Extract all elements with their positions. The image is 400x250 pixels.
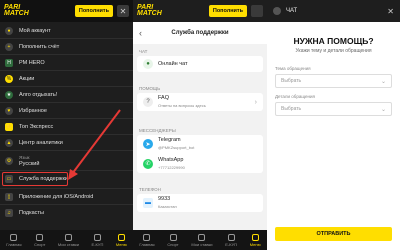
form-title: НУЖНА ПОМОЩЬ? [293, 36, 374, 46]
bets-icon [64, 233, 72, 241]
whatsapp-item[interactable]: ✆ WhatsApp +77712229990 [143, 157, 185, 171]
send-button[interactable]: ОТПРАВИТЬ [275, 227, 392, 241]
chat-form-panel: ЧАТ ✕ НУЖНА ПОМОЩЬ? Укажи тему и детали … [267, 0, 400, 250]
online-chat-item[interactable]: ● Онлайн чат [137, 56, 263, 72]
chat-icon: ● [143, 59, 153, 69]
section-chat: ЧАТ [139, 49, 148, 54]
sport-icon [36, 233, 44, 241]
nav-sport[interactable]: Спорт [167, 233, 179, 247]
telegram-icon: ➤ [143, 139, 153, 150]
messengers-card: ➤ Telegram @PMKZsupport_bot ✆ WhatsApp +… [137, 135, 263, 173]
topic-label: Тема обращения [275, 66, 311, 71]
top-bar: PARI MATCH Пополнить [133, 0, 267, 22]
bottom-nav: Главная Спорт Мои ставки Е-КУП Меню [0, 230, 133, 250]
telegram-item[interactable]: ➤ Telegram @PMKZsupport_bot [143, 137, 194, 151]
support-panel: PARI MATCH Пополнить ‹ Служба поддержки … [133, 0, 267, 250]
form-subtitle: Укажи тему и детали обращения [295, 48, 372, 54]
faq-item[interactable]: ? FAQ Ответы на вопросы здесь › [137, 93, 263, 111]
details-label: Детали обращения [275, 94, 315, 99]
page-title: Служба поддержки [171, 30, 229, 36]
support-header: ‹ Служба поддержки [133, 22, 267, 44]
coupon-icon [93, 233, 101, 241]
chat-avatar-icon [273, 7, 281, 15]
nav-menu[interactable]: Меню [250, 233, 261, 247]
deposit-button[interactable]: Пополнить [208, 5, 247, 17]
chevron-down-icon: ⌄ [380, 106, 386, 113]
nav-my-bets[interactable]: Мои ставки [58, 233, 79, 247]
nav-coupon[interactable]: Е-КУП [92, 233, 103, 247]
phone-item[interactable]: ▬ 9933 Казахстан [137, 194, 263, 212]
nav-my-bets[interactable]: Мои ставки [191, 233, 212, 247]
chat-header: ЧАТ ✕ [267, 0, 400, 22]
nav-menu[interactable]: Меню [116, 233, 127, 247]
menu-icon[interactable] [251, 5, 263, 17]
section-messengers: МЕССЕНДЖЕРЫ [139, 128, 176, 133]
bottom-nav: Главная Спорт Мои ставки Е-КУП Меню [133, 230, 267, 250]
nav-coupon[interactable]: Е-КУП [225, 233, 237, 247]
close-icon[interactable]: ✕ [387, 7, 394, 16]
flag-kz-icon: ▬ [143, 198, 153, 208]
chevron-right-icon: › [254, 98, 257, 106]
main-menu-panel: PARI MATCH Пополнить ✕ ● Мой аккаунт + П… [0, 0, 133, 250]
chevron-down-icon: ⌄ [380, 78, 386, 85]
nav-sport[interactable]: Спорт [34, 233, 45, 247]
faq-icon: ? [143, 97, 153, 107]
section-help: ПОМОЩЬ [139, 86, 161, 91]
logo[interactable]: PARI MATCH [137, 4, 167, 17]
nav-home[interactable]: Главная [6, 233, 22, 247]
topic-select[interactable]: Выбрать ⌄ [275, 74, 392, 88]
annotation-arrow [68, 109, 121, 180]
home-icon [10, 233, 18, 241]
section-phone: ТЕЛЕФОН [139, 187, 161, 192]
menu-icon [117, 233, 125, 241]
details-select[interactable]: Выбрать ⌄ [275, 102, 392, 116]
nav-home[interactable]: Главная [139, 233, 155, 247]
whatsapp-icon: ✆ [143, 158, 153, 169]
